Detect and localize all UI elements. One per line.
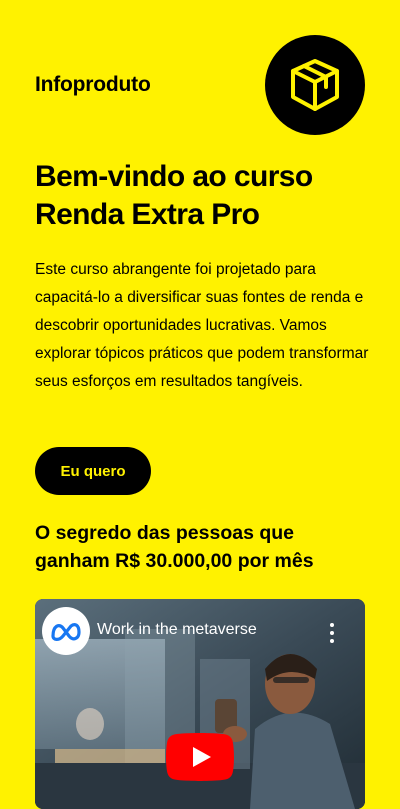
course-description: Este curso abrangente foi projetado para… [35, 261, 369, 390]
section-heading-line-1: O segredo das pessoas que [35, 522, 295, 544]
video-title[interactable]: Work in the metaverse [97, 621, 257, 639]
brand-name: Infoproduto [35, 73, 151, 96]
eu-quero-button[interactable]: Eu quero [35, 447, 151, 495]
box-icon [291, 59, 339, 111]
meta-logo-icon [51, 623, 81, 641]
page-title: Bem-vindo ao curso Renda Extra Pro [35, 158, 375, 234]
more-options-icon[interactable] [325, 623, 339, 643]
section-heading-line-2: ganham R$ 30.000,00 por mês [35, 550, 314, 572]
page-title-line-2: Renda Extra Pro [35, 198, 260, 231]
channel-avatar[interactable] [42, 607, 90, 655]
page-title-line-1: Bem-vindo ao curso [35, 160, 313, 193]
logo [265, 35, 365, 135]
play-button-icon[interactable] [166, 733, 234, 781]
section-heading: O segredo das pessoas que ganham R$ 30.0… [35, 519, 375, 575]
video-embed[interactable]: Work in the metaverse [35, 599, 365, 809]
